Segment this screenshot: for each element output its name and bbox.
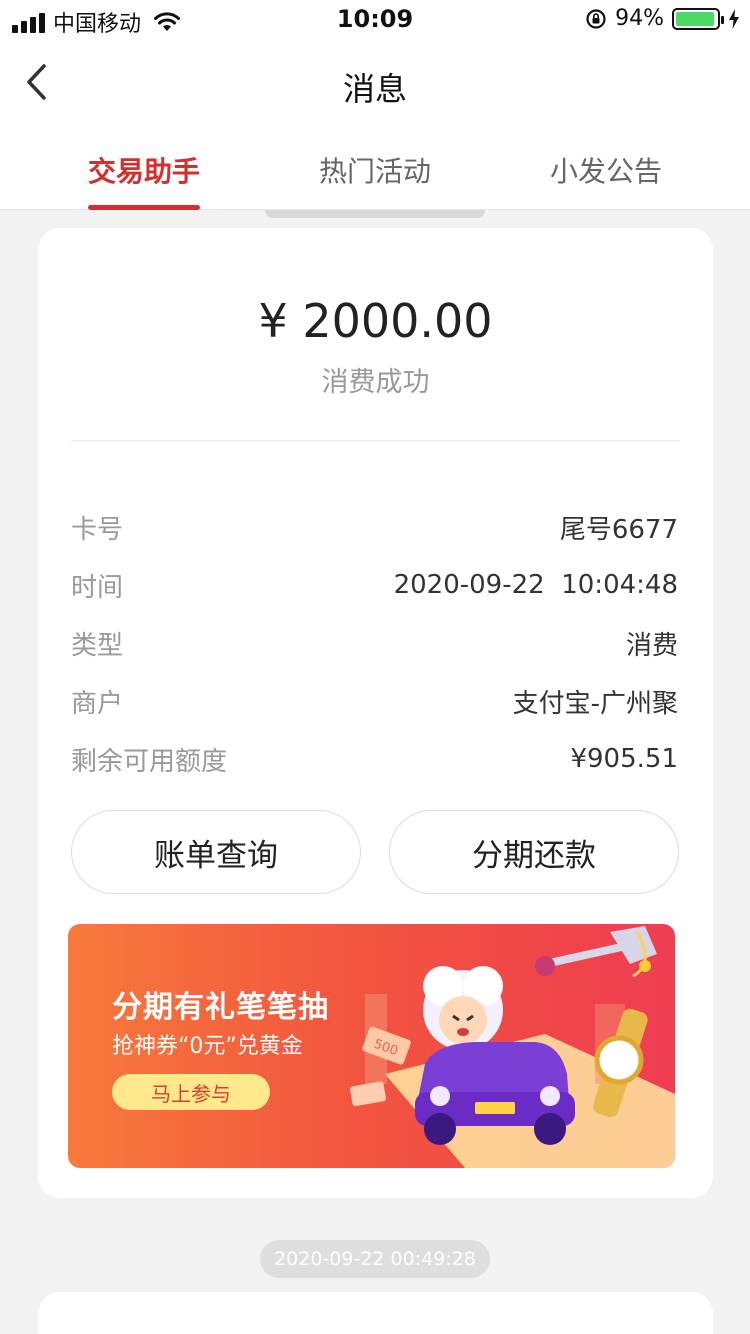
- detail-key: 商户: [71, 688, 124, 719]
- detail-key: 卡号: [71, 514, 124, 545]
- pull-indicator: [265, 210, 485, 218]
- detail-row-type: 类型 消费: [71, 614, 678, 672]
- detail-key: 时间: [71, 572, 124, 603]
- banner-illustration: 500: [349, 926, 675, 1168]
- tab-bar: 交易助手 热门活动 小发公告: [0, 128, 750, 210]
- page-title: 消息: [342, 70, 407, 108]
- tab-hot-events[interactable]: 热门活动: [319, 150, 431, 190]
- status-right: 94%: [585, 6, 740, 31]
- detail-row-merchant: 商户 支付宝-广州聚: [71, 672, 678, 730]
- transaction-amount: ¥ 2000.00: [258, 294, 493, 348]
- transaction-status: 消费成功: [321, 367, 430, 398]
- detail-row-available-credit: 剩余可用额度 ¥905.51: [71, 730, 678, 788]
- tab-announcements[interactable]: 小发公告: [550, 150, 662, 190]
- detail-value: 支付宝-广州聚: [512, 688, 678, 719]
- battery-icon: [672, 7, 724, 30]
- banner-subtitle: 抢神券“0元”兑黄金: [112, 1034, 303, 1059]
- message-timestamp: 2020-09-22 00:49:28: [260, 1240, 490, 1278]
- detail-value: 消费: [625, 630, 678, 661]
- tab-transaction-assistant[interactable]: 交易助手: [88, 150, 200, 190]
- battery-percent: 94%: [615, 6, 664, 31]
- detail-key: 剩余可用额度: [71, 746, 228, 777]
- active-tab-indicator: [88, 205, 200, 210]
- detail-row-time: 时间 2020-09-22 10:04:48: [71, 556, 678, 614]
- transaction-card: ¥ 2000.00 消费成功 卡号 尾号6677 时间 2020-09-22 1…: [38, 228, 713, 1198]
- detail-value: 2020-09-22 10:04:48: [393, 570, 678, 600]
- banner-cta-button[interactable]: 马上参与: [112, 1074, 270, 1110]
- next-message-card[interactable]: [38, 1292, 713, 1334]
- detail-value: 尾号6677: [559, 514, 678, 545]
- detail-value: ¥905.51: [570, 744, 678, 774]
- installment-repayment-button[interactable]: 分期还款: [389, 810, 679, 894]
- detail-key: 类型: [71, 630, 124, 661]
- detail-list: 卡号 尾号6677 时间 2020-09-22 10:04:48 类型 消费 商…: [71, 498, 678, 788]
- divider: [71, 440, 680, 441]
- promo-banner[interactable]: 分期有礼笔笔抽 抢神券“0元”兑黄金 马上参与 500: [68, 924, 675, 1168]
- status-bar: 中国移动 10:09 94%: [0, 0, 750, 40]
- charging-icon: [729, 8, 739, 29]
- nav-bar: 消息: [0, 40, 750, 128]
- battery-level: [676, 11, 714, 26]
- rotation-lock-icon: [586, 8, 606, 29]
- bill-inquiry-button[interactable]: 账单查询: [71, 810, 361, 894]
- banner-title: 分期有礼笔笔抽: [112, 990, 329, 1025]
- detail-row-card: 卡号 尾号6677: [71, 498, 678, 556]
